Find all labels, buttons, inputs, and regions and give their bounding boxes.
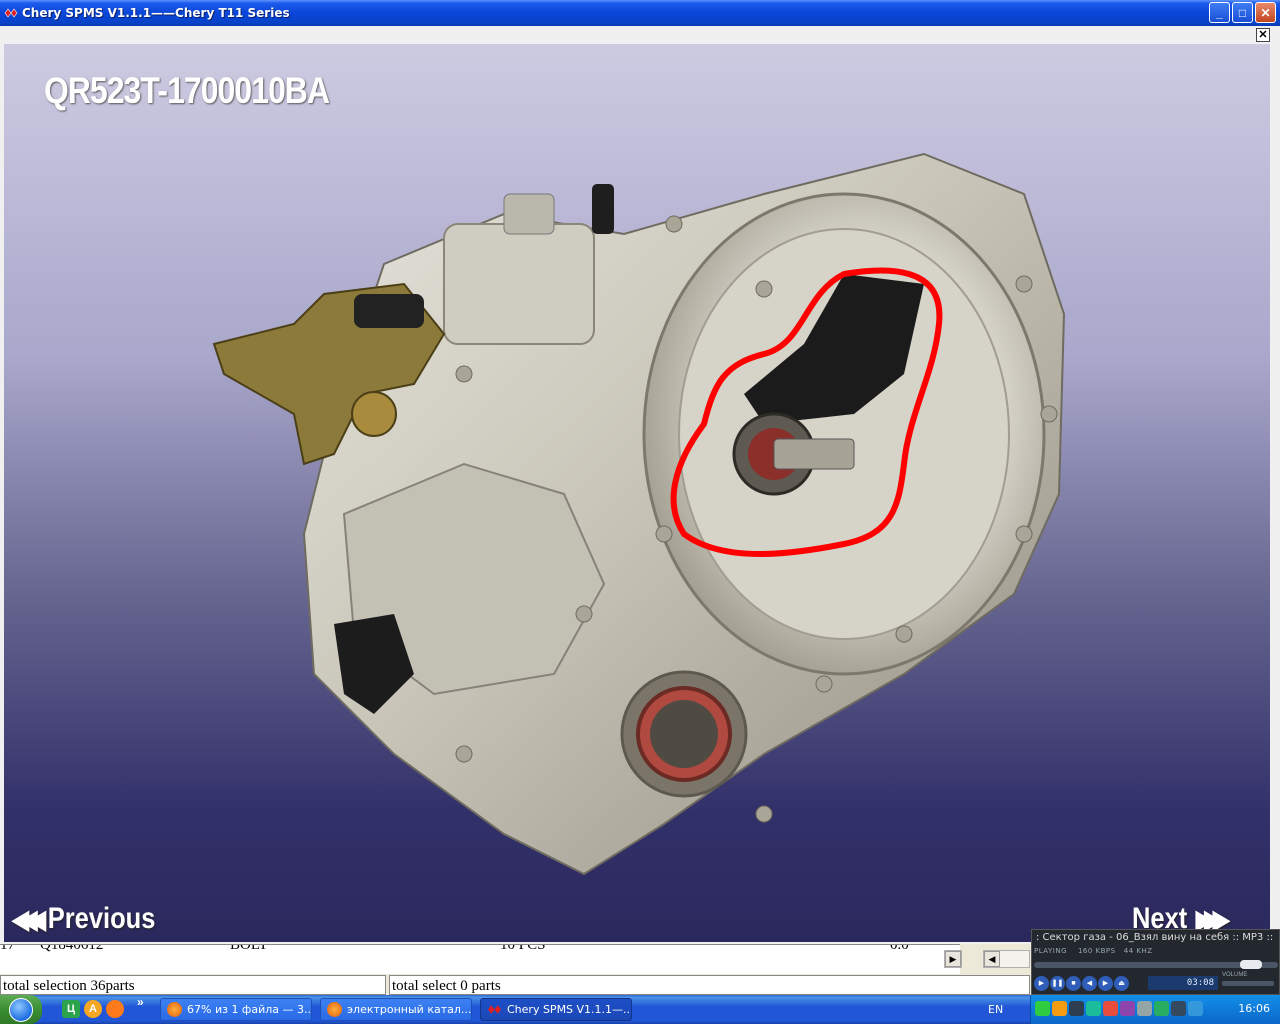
stop-icon[interactable]: ■ [1066,976,1081,991]
status-total-select: total select 0 parts [389,975,1030,995]
task-label: электронный катал... [347,1003,472,1016]
table-cell: 17 [0,944,15,953]
tray-icon[interactable] [1171,1001,1186,1016]
maximize-button[interactable]: □ [1232,2,1253,23]
player-time: 03:08 [1148,976,1218,990]
play-icon[interactable]: ▶ [1034,976,1049,991]
track-title: : Сектор газа - 06_Взял вину на себя :: … [1036,932,1276,943]
tray-icon[interactable] [1137,1001,1152,1016]
scroll-right-arrow-icon[interactable]: ▶ [945,951,961,967]
volume-label: VOLUME [1222,972,1248,978]
main-frame: ✕ QR523T-1700010BA ◀◀◀ Previous Next ▶▶▶ [0,26,1280,944]
table-cell: Q1840612 [40,944,104,953]
minimize-button[interactable]: _ [1209,2,1230,23]
quicklaunch-more-chevron[interactable]: » [137,995,144,1009]
horizontal-scrollbar-right-pane[interactable]: ◀ [983,950,1030,968]
viewer-close-button[interactable]: ✕ [1256,28,1270,42]
chery-logo-icon [4,8,18,18]
tray-icon[interactable] [1069,1001,1084,1016]
task-chery-spms[interactable]: Chery SPMS V1.1.1—... [480,998,632,1021]
tray-icon[interactable] [1086,1001,1101,1016]
window-title: Chery SPMS V1.1.1——Chery T11 Series [22,6,290,20]
tray-icon[interactable] [1052,1001,1067,1016]
tray-icon[interactable] [1154,1001,1169,1016]
task-catalog[interactable]: электронный катал... [320,998,472,1021]
tray-icon[interactable] [1120,1001,1135,1016]
scroll-left-arrow-icon[interactable]: ◀ [984,951,1000,967]
seek-bar[interactable] [1034,960,1278,969]
clock[interactable]: 16:06 [1238,1002,1270,1015]
tray-icon[interactable] [1035,1001,1050,1016]
volume-slider[interactable] [1222,981,1274,986]
table-row[interactable]: 17 Q1840612 BOLT 10 PCS 0.0 [0,944,950,957]
next-track-icon[interactable]: ▶ [1098,976,1113,991]
player-bitrate: 160 KBPS [1077,947,1116,955]
table-cell: 10 PCS [500,944,546,953]
tray-icon[interactable] [1103,1001,1118,1016]
firefox-icon [167,1002,182,1017]
quick-launch: Ц A [62,1000,124,1018]
part-number-title: QR523T-1700010BA [44,70,330,111]
quicklaunch-avast-icon[interactable]: A [84,1000,102,1018]
system-tray: 16:06 [1030,995,1280,1024]
firefox-icon [327,1002,342,1017]
seek-knob[interactable] [1240,960,1262,969]
task-label: Chery SPMS V1.1.1—... [507,1003,632,1016]
eject-icon[interactable]: ⏏ [1114,976,1129,991]
part-image-viewer: QR523T-1700010BA ◀◀◀ Previous Next ▶▶▶ [4,44,1270,942]
table-cell: BOLT [230,944,268,953]
prev-track-icon[interactable]: ◀ [1082,976,1097,991]
start-button[interactable] [0,995,42,1024]
pause-icon[interactable]: ❚❚ [1050,976,1065,991]
language-indicator[interactable]: EN [988,1003,1003,1016]
horizontal-scrollbar[interactable]: ▶ [944,950,962,968]
windows-orb-icon [9,997,33,1022]
window-titlebar[interactable]: Chery SPMS V1.1.1——Chery T11 Series _ □ … [0,0,1280,26]
quicklaunch-app-icon[interactable]: Ц [62,1000,80,1018]
taskbar: Ц A » 67% из 1 файла — 3... электронный … [0,995,1280,1024]
quicklaunch-browser-icon[interactable] [106,1000,124,1018]
parts-table[interactable]: 17 Q1840612 BOLT 10 PCS 0.0 [0,944,960,974]
table-cell: 0.0 [890,944,909,953]
status-total-selection: total selection 36parts [0,975,386,995]
transmission-photo [212,152,1066,876]
player-state: PLAYING [1034,947,1068,955]
rewind-arrows-icon: ◀◀◀ [12,903,46,934]
close-button[interactable]: ✕ [1255,2,1276,23]
previous-button[interactable]: ◀◀◀ Previous [12,902,155,936]
task-label: 67% из 1 файла — 3... [187,1003,312,1016]
tray-icon[interactable] [1188,1001,1203,1016]
task-downloads[interactable]: 67% из 1 файла — 3... [160,998,312,1021]
player-samplerate: 44 KHZ [1123,947,1153,955]
media-player[interactable]: : Сектор газа - 06_Взял вину на себя :: … [1031,929,1280,995]
previous-label: Previous [47,902,156,935]
player-info: PLAYING 160 KBPS 44 KHZ [1034,947,1153,955]
chery-icon [488,1005,501,1014]
